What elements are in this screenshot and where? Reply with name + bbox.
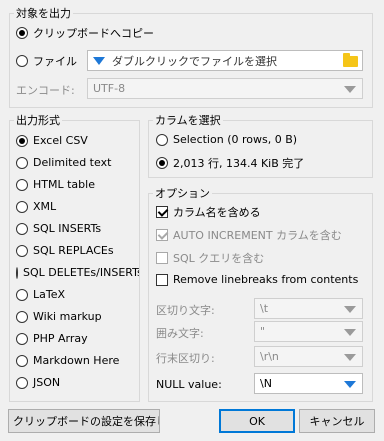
clipboard-radio[interactable]: クリップボードへコピー — [16, 25, 154, 41]
encoding-label: エンコード: — [16, 84, 75, 97]
columns-selection-radio-button[interactable] — [156, 133, 168, 146]
clipboard-radio-button[interactable] — [16, 27, 28, 39]
cancel-button[interactable]: キャンセル — [299, 409, 375, 433]
encloser-select[interactable]: " — [254, 321, 363, 342]
null-value-label: NULL value: — [156, 378, 222, 391]
format-option-html-table[interactable]: HTML table — [16, 178, 95, 191]
field-separator-value: \t — [260, 302, 269, 315]
auto-increment-check[interactable] — [156, 229, 168, 241]
encloser-value: " — [260, 325, 266, 338]
format-radio-button[interactable] — [16, 134, 28, 147]
folder-icon[interactable] — [343, 53, 358, 67]
ok-button-label: OK — [249, 414, 265, 428]
format-option-label: HTML table — [33, 178, 95, 191]
columns-complete-radio-button[interactable] — [156, 157, 168, 169]
options-legend: オプション — [155, 187, 210, 200]
include-column-names-check[interactable] — [156, 206, 168, 218]
field-separator-label: 区切り文字: — [156, 304, 215, 317]
format-option-sql-replaces[interactable]: SQL REPLACEs — [16, 244, 114, 257]
format-legend: 出力形式 — [16, 114, 60, 127]
format-option-label: Wiki markup — [33, 310, 102, 323]
cancel-button-label: キャンセル — [309, 415, 365, 428]
file-dropdown-icon[interactable] — [93, 56, 105, 65]
format-option-sql-inserts[interactable]: SQL INSERTs — [16, 222, 101, 235]
encoding-chevron-icon — [344, 86, 356, 93]
null-value-select[interactable]: \N — [254, 373, 363, 394]
remove-linebreaks-label: Remove linebreaks from contents — [173, 273, 359, 286]
encoding-select[interactable]: UTF-8 — [87, 78, 363, 99]
encoding-value: UTF-8 — [93, 82, 126, 95]
format-radio-button[interactable] — [16, 332, 28, 345]
encloser-chevron-icon — [344, 329, 356, 336]
line-terminator-chevron-icon — [344, 354, 356, 361]
save-clipboard-settings-button[interactable]: クリップボードの設定を保存します — [8, 409, 160, 433]
format-radio-button[interactable] — [16, 310, 28, 323]
file-radio[interactable]: ファイル — [16, 53, 77, 69]
ok-button[interactable]: OK — [219, 409, 295, 433]
format-radio-button[interactable] — [16, 354, 28, 367]
file-radio-button[interactable] — [16, 55, 28, 67]
format-option-label: SQL DELETEs/INSERTs — [23, 266, 139, 279]
include-column-names-checkbox[interactable]: カラム名を含める — [156, 204, 261, 220]
clipboard-radio-label: クリップボードへコピー — [33, 27, 154, 40]
file-path-field[interactable]: ダブルクリックでファイルを選択 — [87, 50, 363, 71]
format-option-delimited-text[interactable]: Delimited text — [16, 156, 111, 169]
format-radio-button[interactable] — [16, 200, 28, 213]
save-clipboard-settings-label: クリップボードの設定を保存します — [13, 415, 159, 428]
null-value-value: \N — [260, 377, 272, 390]
line-terminator-value: \r\n — [260, 350, 279, 363]
sql-query-label: SQL クエリを含む — [173, 252, 265, 265]
remove-linebreaks-checkbox[interactable]: Remove linebreaks from contents — [156, 273, 358, 286]
auto-increment-checkbox[interactable]: AUTO INCREMENT カラムを含む — [156, 227, 342, 243]
format-radio-button[interactable] — [16, 266, 18, 279]
remove-linebreaks-check[interactable] — [156, 273, 168, 286]
format-option-label: JSON — [33, 376, 61, 389]
file-path-placeholder: ダブルクリックでファイルを選択 — [112, 54, 277, 68]
format-option-markdown-here[interactable]: Markdown Here — [16, 354, 119, 367]
format-radio-button[interactable] — [16, 156, 28, 169]
format-radio-button[interactable] — [16, 288, 28, 301]
format-option-json[interactable]: JSON — [16, 376, 60, 389]
include-column-names-label: カラム名を含める — [173, 206, 261, 219]
field-separator-chevron-icon — [344, 306, 356, 313]
output-target-legend: 対象を出力 — [16, 7, 71, 20]
format-option-label: LaTeX — [33, 288, 66, 301]
sql-query-checkbox[interactable]: SQL クエリを含む — [156, 250, 264, 266]
format-option-label: Markdown Here — [33, 354, 120, 367]
format-option-label: SQL REPLACEs — [33, 244, 114, 257]
format-option-label: XML — [33, 200, 57, 213]
format-option-xml[interactable]: XML — [16, 200, 56, 213]
format-option-wiki-markup[interactable]: Wiki markup — [16, 310, 102, 323]
format-option-label: Excel CSV — [33, 134, 88, 147]
format-radio-button[interactable] — [16, 244, 28, 257]
auto-increment-label: AUTO INCREMENT カラムを含む — [173, 229, 342, 242]
field-separator-select[interactable]: \t — [254, 298, 363, 319]
format-option-label: PHP Array — [33, 332, 88, 345]
format-option-label: SQL INSERTs — [33, 222, 102, 235]
format-option-label: Delimited text — [33, 156, 112, 169]
format-option-excel-csv[interactable]: Excel CSV — [16, 134, 88, 147]
line-terminator-select[interactable]: \r\n — [254, 346, 363, 367]
columns-complete-radio[interactable]: 2,013 行, 134.4 KiB 完了 — [156, 155, 304, 171]
format-radio-button[interactable] — [16, 376, 28, 389]
columns-selection-radio[interactable]: Selection (0 rows, 0 B) — [156, 133, 297, 146]
sql-query-check[interactable] — [156, 252, 168, 264]
format-radio-button[interactable] — [16, 222, 28, 235]
line-terminator-label: 行末区切り: — [156, 352, 215, 365]
format-option-php-array[interactable]: PHP Array — [16, 332, 88, 345]
format-option-sql-deletes-inserts[interactable]: SQL DELETEs/INSERTs — [16, 266, 139, 279]
format-radio-button[interactable] — [16, 178, 28, 191]
file-radio-label: ファイル — [33, 55, 77, 68]
format-option-latex[interactable]: LaTeX — [16, 288, 65, 301]
columns-legend: カラムを選択 — [155, 114, 221, 127]
null-value-chevron-icon[interactable] — [344, 381, 356, 388]
encloser-label: 囲み文字: — [156, 327, 204, 340]
columns-selection-label: Selection (0 rows, 0 B) — [173, 133, 298, 146]
columns-complete-label: 2,013 行, 134.4 KiB 完了 — [173, 157, 305, 170]
